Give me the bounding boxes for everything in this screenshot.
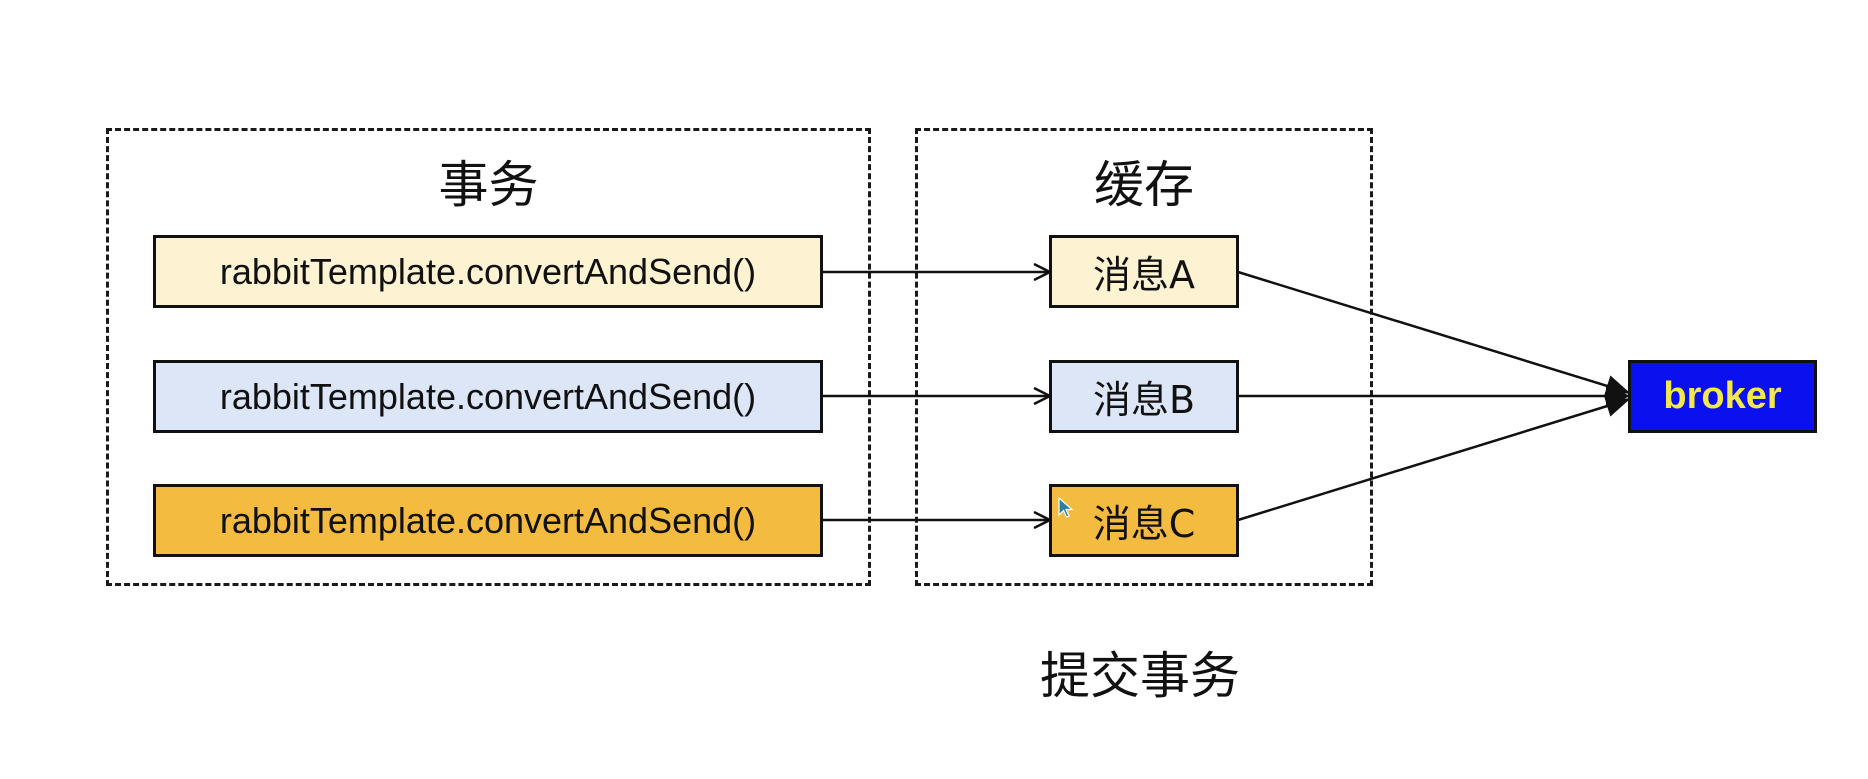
broker-box: broker <box>1628 360 1817 433</box>
call-box-a-label: rabbitTemplate.convertAndSend() <box>219 250 757 292</box>
arrow-message-c-to-broker <box>1237 395 1631 522</box>
message-box-a: 消息A <box>1049 235 1239 308</box>
call-box-b-label: rabbitTemplate.convertAndSend() <box>219 375 757 417</box>
message-box-a-label: 消息A <box>1093 253 1195 297</box>
broker-label: broker <box>1663 375 1782 417</box>
commit-transaction-label: 提交事务 <box>1040 647 1240 705</box>
call-box-b: rabbitTemplate.convertAndSend() <box>153 360 823 433</box>
message-box-c-label: 消息C <box>1092 502 1196 546</box>
message-box-b-label: 消息B <box>1092 378 1196 422</box>
call-box-c: rabbitTemplate.convertAndSend() <box>153 484 823 557</box>
message-box-b: 消息B <box>1049 360 1239 433</box>
call-box-c-label: rabbitTemplate.convertAndSend() <box>219 499 757 541</box>
message-box-c: 消息C <box>1049 484 1239 557</box>
call-box-a: rabbitTemplate.convertAndSend() <box>153 235 823 308</box>
mouse-cursor-icon <box>1058 497 1074 518</box>
arrow-message-a-to-broker <box>1237 270 1631 397</box>
